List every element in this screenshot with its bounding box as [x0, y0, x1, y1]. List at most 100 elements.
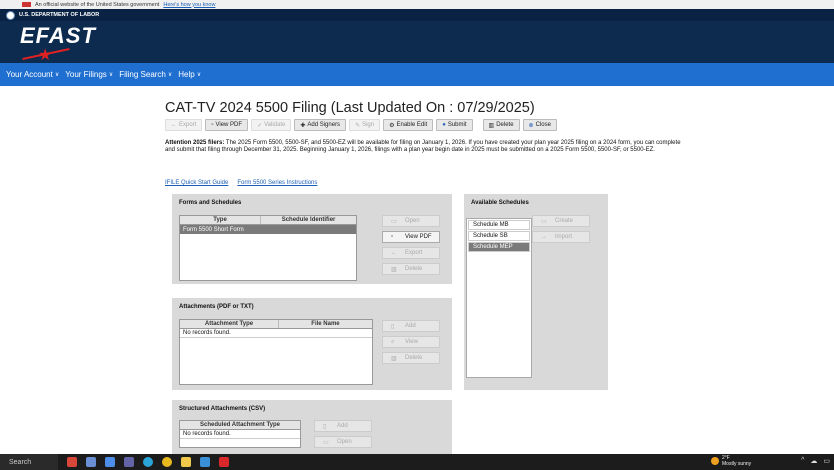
form-5500-instructions-link[interactable]: Form 5500 Series Instructions — [237, 180, 317, 186]
folder-icon: ▭ — [391, 218, 397, 225]
schedule-mep[interactable]: Schedule MEP — [468, 242, 530, 252]
document-icon: ▫ — [211, 122, 214, 128]
schedule-sb[interactable]: Schedule SB — [468, 231, 530, 241]
empty-row: No records found. — [180, 430, 300, 439]
col-attachment-type[interactable]: Attachment Type — [180, 320, 279, 328]
delete-attachment-button[interactable]: ▥ Delete — [382, 352, 440, 364]
toolbar-gap — [476, 119, 480, 131]
schedule-list: Schedule MB Schedule SB Schedule MEP — [466, 218, 532, 378]
logo-star-icon: ★ — [38, 47, 53, 64]
panel-title: Attachments (PDF or TXT) — [179, 304, 254, 310]
ifile-quick-start-link[interactable]: IFILE Quick Start Guide — [165, 180, 228, 186]
view-pdf-form-button[interactable]: ▫ View PDF — [382, 231, 440, 243]
filing-toolbar: ← Export ▫ View PDF ✓ Validate ✚ Add Signers… — [165, 119, 557, 131]
main-nav: Your Account ∨ Your Filings ∨ Filing Searc… — [0, 63, 834, 86]
delete-label: Delete — [496, 122, 514, 128]
nav-help[interactable]: Help ∨ — [178, 70, 201, 79]
col-file-name[interactable]: File Name — [279, 320, 372, 328]
attachments-grid: Attachment Type File Name No records fou… — [179, 319, 373, 385]
forms-grid: Type Schedule Identifier Form 5500 Short… — [179, 215, 357, 281]
delete-button[interactable]: ▥ Delete — [482, 119, 520, 131]
schedule-mb[interactable]: Schedule MB — [468, 220, 530, 230]
efast-logo[interactable]: EFAST — [20, 23, 96, 49]
grid-header: Scheduled Attachment Type — [180, 421, 300, 430]
store-icon[interactable] — [200, 457, 210, 467]
nav-filing-search[interactable]: Filing Search ∨ — [119, 70, 172, 79]
acrobat-icon[interactable] — [219, 457, 229, 467]
pen-icon: ✎ — [355, 122, 361, 129]
available-schedules-panel: Available Schedules Schedule MB Schedule… — [464, 194, 608, 390]
weather-widget[interactable]: 2°F Mostly sunny — [711, 455, 751, 467]
files-icon[interactable] — [86, 457, 96, 467]
btn-label: Delete — [405, 266, 423, 272]
chevron-down-icon: ∨ — [196, 72, 202, 78]
teams-icon[interactable] — [124, 457, 134, 467]
validate-button[interactable]: ✓ Validate — [251, 119, 292, 131]
edge-icon[interactable] — [143, 457, 153, 467]
trash-icon: ▥ — [488, 122, 495, 129]
gear-icon: ⚙ — [389, 122, 395, 129]
nav-your-filings[interactable]: Your Filings ∨ — [65, 70, 113, 79]
open-structured-button[interactable]: ▭ Open — [314, 436, 372, 448]
add-signers-button[interactable]: ✚ Add Signers — [294, 119, 347, 131]
btn-label: Import — [555, 234, 573, 240]
btn-label: View PDF — [405, 234, 432, 240]
enable-edit-button[interactable]: ⚙ Enable Edit — [383, 119, 434, 131]
import-schedule-button[interactable]: → Import — [532, 231, 590, 243]
chevron-up-icon[interactable]: ^ — [801, 457, 804, 465]
delete-form-button[interactable]: ▥ Delete — [382, 263, 440, 275]
col-type[interactable]: Type — [180, 216, 262, 224]
submit-button[interactable]: ● Submit — [436, 119, 473, 131]
agency-name[interactable]: U.S. DEPARTMENT OF LABOR — [19, 12, 99, 18]
gov-banner-link[interactable]: Here's how you know — [163, 2, 215, 8]
view-pdf-button[interactable]: ▫ View PDF — [205, 119, 249, 131]
grid-header: Type Schedule Identifier — [180, 216, 356, 225]
document-icon: ▫ — [391, 234, 394, 240]
add-attachment-button[interactable]: ▯ Add — [382, 320, 440, 332]
file-explorer-icon[interactable] — [181, 457, 191, 467]
folder-icon: ▭ — [541, 218, 547, 225]
empty-row: No records found. — [180, 329, 372, 338]
cloud-icon[interactable]: ☁ — [810, 457, 817, 465]
chevron-down-icon: ∨ — [54, 72, 60, 78]
attention-lead: Attention 2025 filers: — [165, 140, 225, 146]
taskbar-search[interactable]: Search — [0, 454, 58, 470]
structured-grid: Scheduled Attachment Type No records fou… — [179, 420, 301, 448]
add-structured-button[interactable]: ▯ Add — [314, 420, 372, 432]
view-attachment-button[interactable]: ⌕ View — [382, 336, 440, 348]
arrow-left-icon: ← — [171, 122, 177, 128]
nav-label: Your Filings — [65, 70, 107, 79]
grid-header: Attachment Type File Name — [180, 320, 372, 329]
chrome-icon[interactable] — [162, 457, 172, 467]
open-form-button[interactable]: ▭ Open — [382, 215, 440, 227]
nav-label: Filing Search — [119, 70, 166, 79]
copilot-icon[interactable] — [105, 457, 115, 467]
export-button[interactable]: ← Export — [165, 119, 203, 131]
check-icon: ✓ — [257, 122, 263, 129]
agency-row: U.S. DEPARTMENT OF LABOR — [0, 9, 834, 21]
magnifier-icon: ⌕ — [391, 338, 395, 345]
btn-label: Delete — [405, 355, 423, 361]
export-form-button[interactable]: ← Export — [382, 247, 440, 259]
folder-icon: ▭ — [323, 439, 329, 446]
col-schedule-identifier[interactable]: Schedule Identifier — [261, 216, 356, 224]
btn-label: Add — [405, 323, 416, 329]
gov-banner-text: An official website of the United States… — [35, 1, 160, 8]
create-schedule-button[interactable]: ▭ Create — [532, 215, 590, 227]
sign-button[interactable]: ✎ Sign — [349, 119, 381, 131]
col-scheduled-attachment-type[interactable]: Scheduled Attachment Type — [180, 421, 300, 429]
table-row[interactable]: Form 5500 Short Form — [180, 225, 356, 234]
plus-icon: ✚ — [300, 122, 306, 129]
display-icon[interactable]: ▭ — [823, 457, 830, 465]
panel-title: Available Schedules — [471, 200, 529, 206]
close-button[interactable]: ⊗ Close — [522, 119, 557, 131]
attention-body: The 2025 Form 5500, 5500-SF, and 5500-EZ… — [165, 140, 681, 154]
btn-label: Open — [337, 439, 352, 445]
os-taskbar: Search 2°F Mostly sunny ^ ☁ ▭ — [0, 454, 834, 470]
close-label: Close — [535, 122, 551, 128]
nav-your-account[interactable]: Your Account ∨ — [6, 70, 59, 79]
nav-label: Help — [178, 70, 195, 79]
widget-icon[interactable] — [67, 457, 77, 467]
arrow-left-icon: ← — [391, 250, 397, 256]
validate-label: Validate — [264, 122, 286, 128]
